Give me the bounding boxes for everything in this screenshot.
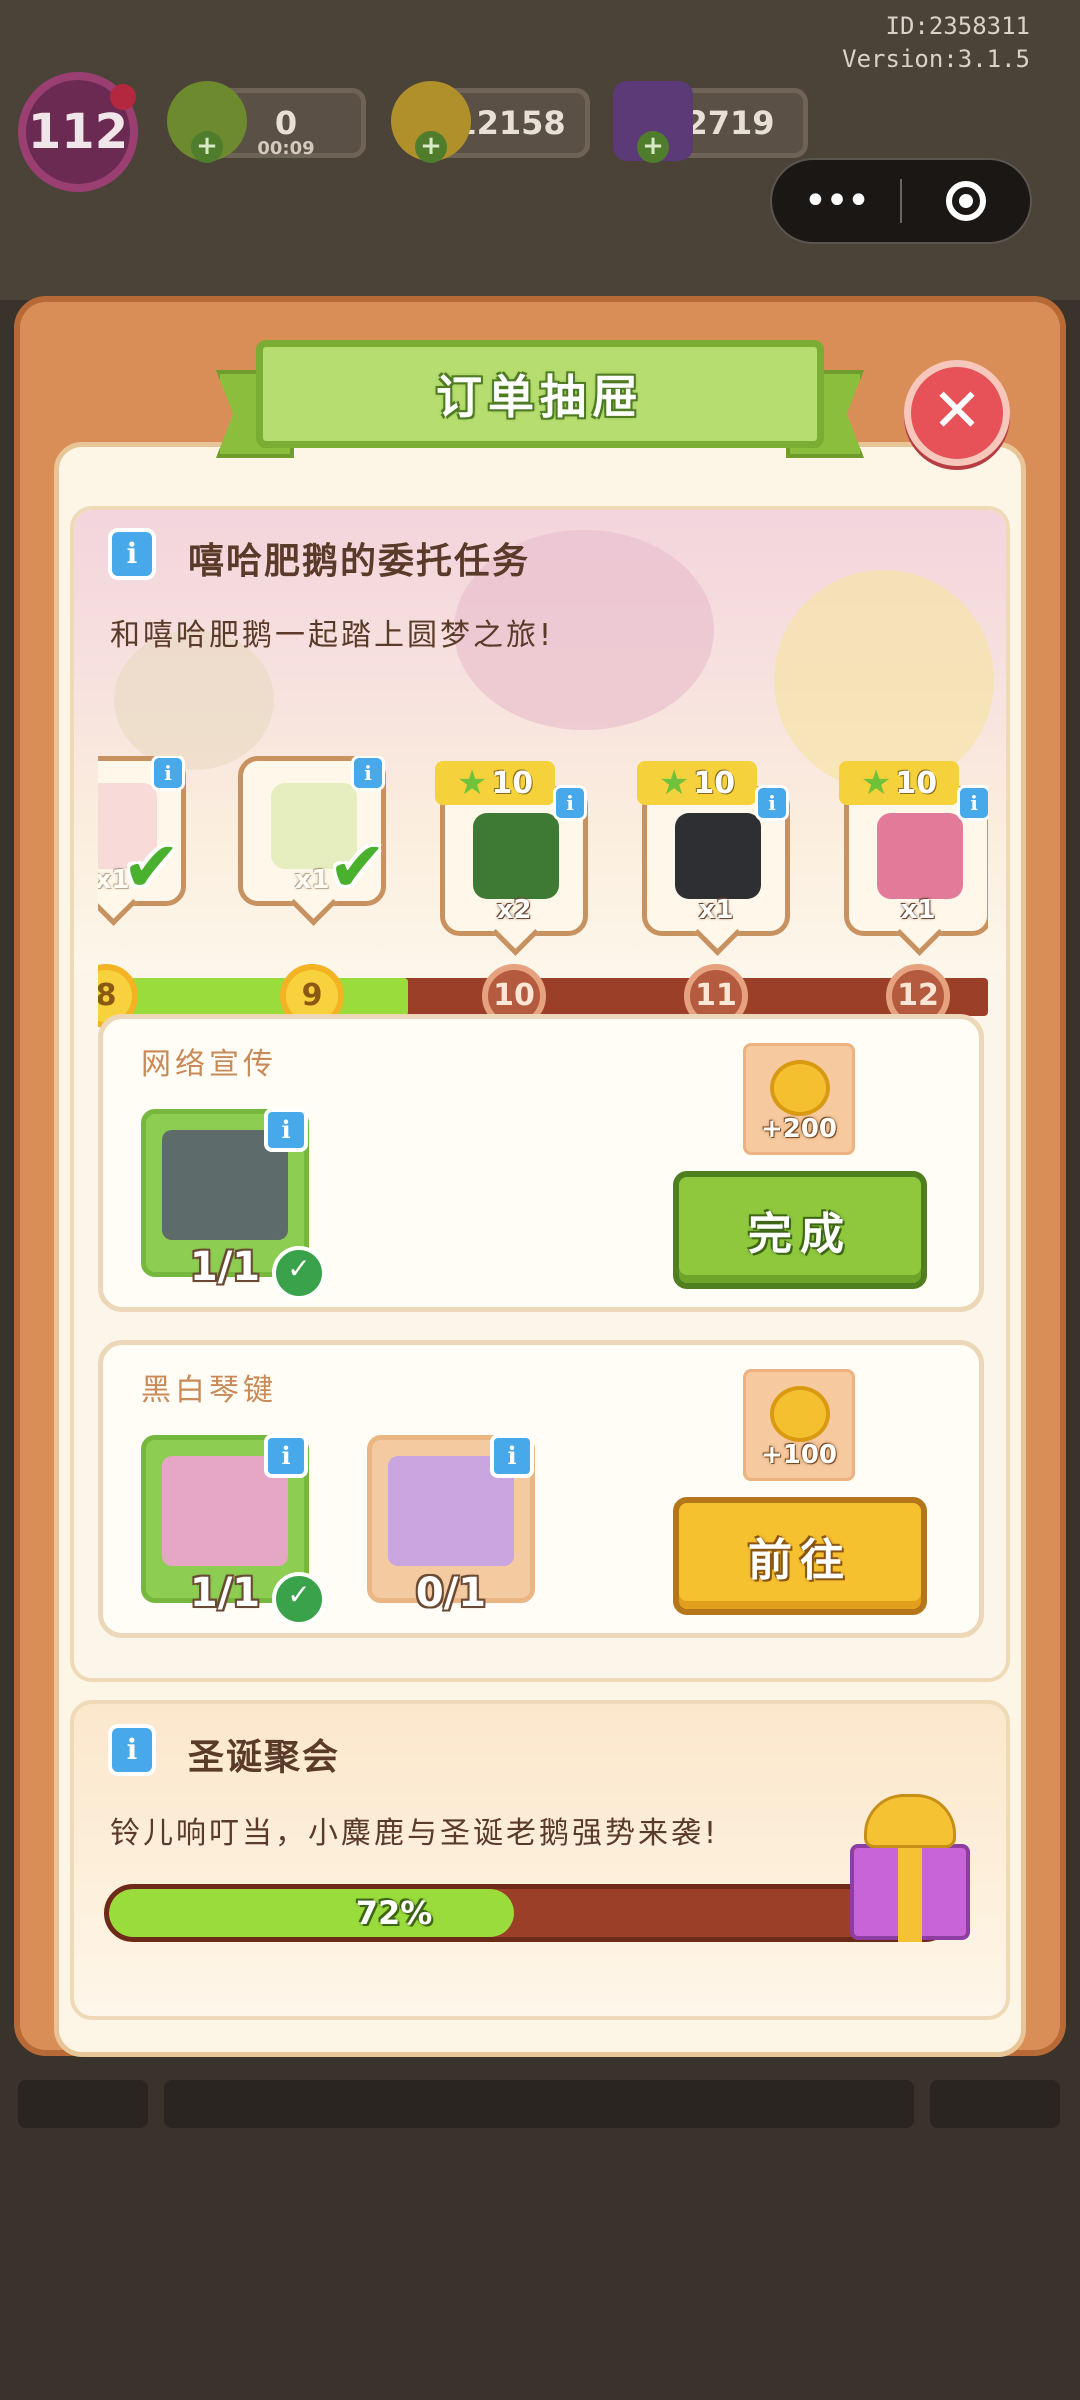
star-icon: ★ bbox=[456, 763, 488, 803]
coin-counter[interactable]: + 12158 bbox=[391, 81, 590, 163]
title-plate: 订单抽屉 bbox=[256, 340, 824, 448]
notification-dot-icon bbox=[110, 84, 136, 110]
reward-card[interactable]: ★ 10 i x1 bbox=[839, 761, 988, 936]
event-progress-text: 72% bbox=[355, 1894, 433, 1932]
energy-counter[interactable]: + 0 00:09 bbox=[167, 81, 366, 163]
close-button[interactable]: ✕ bbox=[904, 360, 1010, 466]
star-icon: ★ bbox=[658, 763, 690, 803]
task-card: 黑白琴键 i 1/1 ✓ i 0/1 +100 前往 bbox=[98, 1340, 984, 1638]
event-subtitle: 和嘻哈肥鹅一起踏上圆梦之旅! bbox=[110, 618, 555, 653]
complete-check-icon: ✓ bbox=[272, 1246, 326, 1300]
task-name: 黑白琴键 bbox=[141, 1373, 277, 1408]
target-icon bbox=[945, 181, 986, 221]
reward-amount: +200 bbox=[760, 1114, 838, 1144]
coin-chest-icon bbox=[473, 813, 559, 899]
background-shadow bbox=[930, 2080, 1060, 2128]
coin-value: 12158 bbox=[454, 104, 566, 142]
star-icon: ★ bbox=[860, 763, 892, 803]
reward-box: +200 bbox=[743, 1043, 855, 1155]
gem-value: 2719 bbox=[685, 104, 775, 142]
info-icon[interactable]: i bbox=[151, 756, 185, 791]
complete-check-icon: ✓ bbox=[272, 1572, 326, 1626]
info-icon[interactable]: i bbox=[264, 1108, 308, 1152]
add-gems-icon[interactable]: + bbox=[637, 131, 669, 163]
event-subtitle: 铃儿响叮当，小麋鹿与圣诞老鹅强势来袭! bbox=[110, 1816, 720, 1851]
black-bag-icon bbox=[675, 813, 761, 899]
progress-fill bbox=[98, 978, 408, 1016]
top-hud: ID:2358311 Version:3.1.5 112 + 0 00:09 +… bbox=[0, 0, 1080, 300]
reward-card[interactable]: ★ 10 i x2 bbox=[435, 761, 588, 936]
coin-icon bbox=[770, 1060, 830, 1116]
gem-counter[interactable]: + 2719 bbox=[613, 81, 808, 163]
claimed-check-icon: ✔ bbox=[122, 826, 181, 908]
coin-icon bbox=[770, 1386, 830, 1442]
info-icon[interactable]: i bbox=[108, 528, 156, 580]
exit-mini-program-button[interactable] bbox=[902, 181, 1030, 221]
title-ribbon: 订单抽屉 bbox=[216, 340, 864, 460]
task-name: 网络宣传 bbox=[141, 1047, 277, 1082]
gift-box-icon[interactable] bbox=[840, 1794, 980, 1944]
reward-quantity: x2 bbox=[496, 895, 532, 925]
reward-quantity: x1 bbox=[900, 895, 936, 925]
task-item-slot[interactable]: i 1/1 ✓ bbox=[141, 1108, 326, 1300]
go-button[interactable]: 前往 bbox=[673, 1497, 927, 1615]
event-title: 圣诞聚会 bbox=[188, 1737, 341, 1778]
info-icon[interactable]: i bbox=[957, 785, 988, 821]
version-info: ID:2358311 Version:3.1.5 bbox=[842, 10, 1030, 76]
level-number: 112 bbox=[27, 104, 129, 160]
version-text: Version:3.1.5 bbox=[842, 45, 1030, 73]
background-shadow bbox=[18, 2080, 148, 2128]
item-progress: 0/1 bbox=[415, 1570, 487, 1616]
complete-button[interactable]: 完成 bbox=[673, 1171, 927, 1289]
mini-program-capsule: ••• bbox=[770, 158, 1032, 244]
event-title: 嘻哈肥鹅的委托任务 bbox=[188, 541, 531, 582]
player-id: ID:2358311 bbox=[885, 12, 1031, 40]
info-icon[interactable]: i bbox=[490, 1434, 534, 1478]
event-progress-bar: 72% bbox=[104, 1884, 954, 1942]
reward-quantity: x1 bbox=[698, 895, 734, 925]
dialog-title: 订单抽屉 bbox=[436, 370, 644, 424]
more-options-icon[interactable]: ••• bbox=[772, 161, 900, 241]
star-requirement: ★ 10 bbox=[839, 761, 959, 805]
reward-card[interactable]: ★ 10 i x1 bbox=[637, 761, 790, 936]
energy-timer: 00:09 bbox=[257, 138, 315, 159]
task-card: 网络宣传 i 1/1 ✓ +200 完成 bbox=[98, 1014, 984, 1312]
player-level-badge[interactable]: 112 bbox=[18, 72, 138, 192]
event-section-hiphop-goose: i 嘻哈肥鹅的委托任务 和嘻哈肥鹅一起踏上圆梦之旅! i x1 ✔ i x1 ✔… bbox=[70, 506, 1010, 1682]
add-coins-icon[interactable]: + bbox=[415, 131, 447, 163]
star-requirement: ★ 10 bbox=[435, 761, 555, 805]
info-icon[interactable]: i bbox=[108, 1724, 156, 1776]
task-item-slot[interactable]: i 1/1 ✓ bbox=[141, 1434, 326, 1626]
task-item-slot[interactable]: i 0/1 bbox=[367, 1434, 535, 1616]
background-shadow bbox=[164, 2080, 914, 2128]
info-icon[interactable]: i bbox=[264, 1434, 308, 1478]
info-icon[interactable]: i bbox=[351, 756, 385, 791]
claimed-check-icon: ✔ bbox=[328, 826, 387, 908]
event-section-christmas: i 圣诞聚会 铃儿响叮当，小麋鹿与圣诞老鹅强势来袭! 72% bbox=[70, 1700, 1010, 2020]
reward-amount: +100 bbox=[760, 1440, 838, 1470]
info-icon[interactable]: i bbox=[553, 785, 587, 821]
pink-bag-icon bbox=[877, 813, 963, 899]
info-icon[interactable]: i bbox=[755, 785, 789, 821]
energy-value: 0 bbox=[274, 104, 298, 142]
star-requirement: ★ 10 bbox=[637, 761, 757, 805]
reward-box: +100 bbox=[743, 1369, 855, 1481]
